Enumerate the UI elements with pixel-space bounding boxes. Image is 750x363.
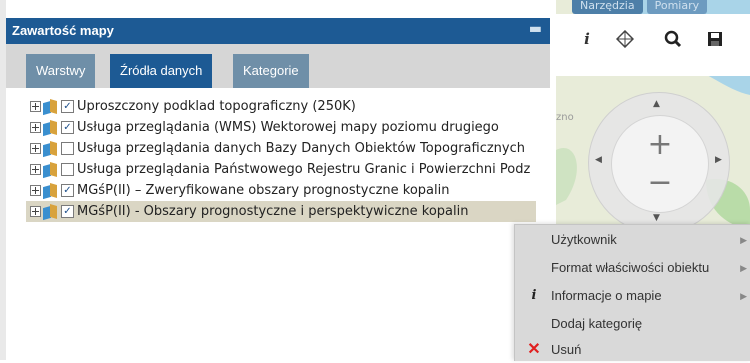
expand-plus-icon[interactable] xyxy=(30,101,41,112)
menu-item-label: Użytkownik xyxy=(551,232,617,247)
menu-item-format-wlasciwosci[interactable]: Format właściwości obiektu ▶ xyxy=(515,255,750,281)
layer-checkbox[interactable]: ✓ xyxy=(61,184,74,197)
pan-down-arrow-icon[interactable]: ▼ xyxy=(653,213,660,223)
pan-up-arrow-icon[interactable]: ▲ xyxy=(653,99,660,109)
expand-plus-icon[interactable] xyxy=(30,143,41,154)
minus-icon[interactable]: ▬ xyxy=(529,21,542,37)
layer-label: MGśP(II) - Obszary prognostyczne i persp… xyxy=(77,204,469,219)
context-menu: Użytkownik ▶ Format właściwości obiektu … xyxy=(514,224,750,361)
tree-row[interactable]: ✓ Uproszczony podklad topograficzny (250… xyxy=(30,96,536,117)
panel-header: Zawartość mapy ▬ xyxy=(6,18,550,44)
layer-label: Usługa przeglądania danych Bazy Danych O… xyxy=(77,141,525,156)
map-tabs: Narzędzia Pomiary xyxy=(572,0,708,14)
expand-plus-icon[interactable] xyxy=(30,185,41,196)
data-source-tree: ✓ Uproszczony podklad topograficzny (250… xyxy=(26,96,536,222)
expand-plus-icon[interactable] xyxy=(30,164,41,175)
info-icon: i xyxy=(531,288,537,303)
expand-plus-icon[interactable] xyxy=(30,206,41,217)
layer-source-icon xyxy=(43,161,59,178)
menu-item-dodaj-kategorie[interactable]: Dodaj kategorię xyxy=(515,311,750,337)
map-place-label: zno xyxy=(556,112,574,123)
layer-checkbox[interactable] xyxy=(61,142,74,155)
pan-right-arrow-icon[interactable]: ▶ xyxy=(715,155,722,165)
layer-source-icon xyxy=(43,182,59,199)
tab-pomiary[interactable]: Pomiary xyxy=(646,0,708,14)
tab-kategorie[interactable]: Kategorie xyxy=(233,54,309,88)
layer-checkbox[interactable]: ✓ xyxy=(61,205,74,218)
expand-plus-icon[interactable] xyxy=(30,122,41,133)
submenu-arrow-icon: ▶ xyxy=(740,291,747,301)
map-contents-panel: Zawartość mapy ▬ Warstwy Źródła danych K… xyxy=(6,0,550,360)
layer-source-icon xyxy=(43,119,59,136)
map-navigation-control[interactable]: ▲ ▼ ◀ ▶ + − xyxy=(588,92,730,234)
menu-item-label: Dodaj kategorię xyxy=(551,316,643,331)
layer-label: MGśP(II) – Zweryfikowane obszary prognos… xyxy=(77,183,450,198)
menu-item-usun[interactable]: ✕ Usuń xyxy=(515,337,750,363)
delete-x-icon: ✕ xyxy=(527,341,541,358)
tree-row[interactable]: Usługa przeglądania Państwowego Rejestru… xyxy=(30,159,536,180)
layers-cube-icon[interactable] xyxy=(614,28,636,50)
tab-warstwy[interactable]: Warstwy xyxy=(26,54,96,88)
panel-tabs: Warstwy Źródła danych Kategorie xyxy=(6,44,550,88)
zoom-in-button[interactable]: + xyxy=(630,130,690,160)
layer-label: Usługa przeglądania Państwowego Rejestru… xyxy=(77,162,531,177)
zoom-out-button[interactable]: − xyxy=(630,168,690,198)
layer-label: Usługa przeglądania (WMS) Wektorowej map… xyxy=(77,120,499,135)
menu-item-uzytkownik[interactable]: Użytkownik ▶ xyxy=(515,227,750,253)
menu-item-informacje[interactable]: i Informacje o mapie ▶ xyxy=(515,283,750,309)
layer-source-icon xyxy=(43,98,59,115)
save-floppy-icon[interactable] xyxy=(704,28,726,50)
tree-row[interactable]: Usługa przeglądania danych Bazy Danych O… xyxy=(30,138,536,159)
menu-item-label: Informacje o mapie xyxy=(551,288,662,303)
layer-checkbox[interactable]: ✓ xyxy=(61,100,74,113)
tree-row-selected[interactable]: ✓ MGśP(II) - Obszary prognostyczne i per… xyxy=(26,201,536,222)
zoom-magnifier-icon[interactable] xyxy=(662,28,684,50)
info-icon[interactable]: i xyxy=(576,28,598,50)
submenu-arrow-icon: ▶ xyxy=(740,235,747,245)
layer-checkbox[interactable]: ✓ xyxy=(61,121,74,134)
panel-title: Zawartość mapy xyxy=(12,23,114,38)
zoom-control: + − xyxy=(611,115,709,213)
pan-left-arrow-icon[interactable]: ◀ xyxy=(595,155,602,165)
menu-item-label: Usuń xyxy=(551,342,582,357)
menu-item-label: Format właściwości obiektu xyxy=(551,260,710,275)
submenu-arrow-icon: ▶ xyxy=(740,263,747,273)
layer-source-icon xyxy=(43,203,59,220)
layer-source-icon xyxy=(43,140,59,157)
tree-row[interactable]: ✓ Usługa przeglądania (WMS) Wektorowej m… xyxy=(30,117,536,138)
layer-label: Uproszczony podklad topograficzny (250K) xyxy=(77,99,356,114)
tab-zrodla-danych[interactable]: Źródła danych xyxy=(110,54,213,88)
tab-narzedzia[interactable]: Narzędzia xyxy=(572,0,643,14)
tree-row[interactable]: ✓ MGśP(II) – Zweryfikowane obszary progn… xyxy=(30,180,536,201)
layer-checkbox[interactable] xyxy=(61,163,74,176)
